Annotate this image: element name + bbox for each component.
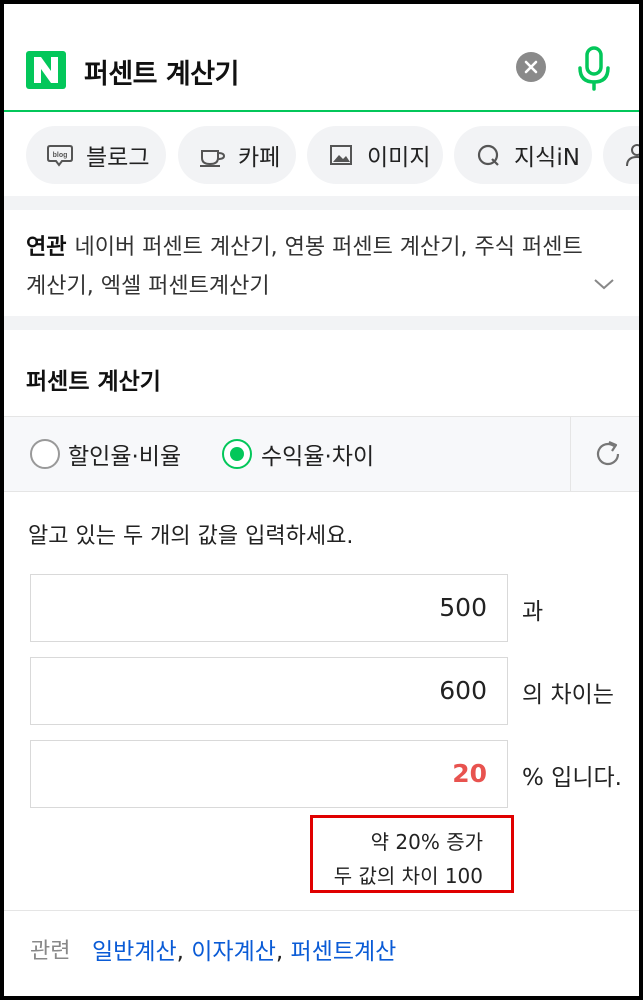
reset-button[interactable] xyxy=(591,437,625,471)
calculator-instruction: 알고 있는 두 개의 값을 입력하세요. xyxy=(28,524,354,549)
clear-search-button[interactable] xyxy=(516,52,546,82)
link-interest-calculator[interactable]: 이자계산 xyxy=(191,939,276,965)
voice-search-button[interactable] xyxy=(574,44,614,92)
result-value: 20 xyxy=(452,759,487,788)
value2-input[interactable]: 600 xyxy=(30,657,508,725)
refresh-icon xyxy=(596,440,620,466)
image-icon xyxy=(327,141,355,169)
link-percent-calculator[interactable]: 퍼센트계산 xyxy=(291,939,397,965)
related-keywords[interactable]: 네이버 퍼센트 계산기, 연봉 퍼센트 계산기, 주식 퍼센트 계산기, 엑셀 … xyxy=(26,235,583,299)
value1-suffix: 과 xyxy=(522,599,544,625)
section-divider xyxy=(4,196,639,210)
naver-n-icon xyxy=(34,57,58,83)
mode-difference-label[interactable]: 수익율·차이 xyxy=(261,437,374,471)
tab-person[interactable] xyxy=(603,126,639,184)
person-icon xyxy=(623,141,639,169)
svg-text:blog: blog xyxy=(53,152,68,159)
category-tabs: blog 블로그 카페 이미지 지식iN xyxy=(4,112,639,196)
related-calculators-lead: 관련 xyxy=(30,939,71,964)
related-calculators-links: 일반계산, 이자계산, 퍼센트계산 xyxy=(92,932,396,966)
result-summary-line1: 약 20% 증가 xyxy=(370,830,483,854)
value1-text: 500 xyxy=(439,593,487,622)
percent-calculator: 퍼센트 계산기 할인율·비율 수익율·차이 알고 있는 두 개의 값을 입력하세… xyxy=(4,330,639,990)
close-icon xyxy=(524,60,538,74)
related-calculators: 관련 일반계산, 이자계산, 퍼센트계산 xyxy=(4,910,639,984)
tab-cafe-label: 카페 xyxy=(238,145,281,171)
chevron-down-icon[interactable] xyxy=(592,276,616,296)
page: 퍼센트 계산기 blog 블로그 카페 이미지 지식iN 연관 네이버 퍼센트 … xyxy=(4,4,639,996)
tab-image[interactable]: 이미지 xyxy=(307,126,443,184)
related-searches-text[interactable]: 연관 네이버 퍼센트 계산기, 연봉 퍼센트 계산기, 주식 퍼센트 계산기, 엑… xyxy=(26,228,596,306)
result-summary-line2: 두 값의 차이 100 xyxy=(333,864,483,888)
calculator-title: 퍼센트 계산기 xyxy=(26,369,161,395)
related-tag: 연관 xyxy=(26,235,67,260)
tab-kin[interactable]: 지식iN xyxy=(454,126,592,184)
calculator-mode-selector: 할인율·비율 수익율·차이 xyxy=(4,416,639,492)
tab-blog[interactable]: blog 블로그 xyxy=(26,126,166,184)
microphone-icon xyxy=(578,46,610,91)
refresh-area xyxy=(570,417,639,491)
blog-icon: blog xyxy=(46,141,74,169)
tab-kin-label: 지식iN xyxy=(514,145,580,171)
tab-blog-label: 블로그 xyxy=(86,145,150,171)
result-summary-box: 약 20% 증가 두 값의 차이 100 xyxy=(310,815,514,893)
result-field: 20 xyxy=(30,740,508,808)
mode-ratio-label[interactable]: 할인율·비율 xyxy=(68,437,181,471)
mode-ratio-radio[interactable] xyxy=(30,439,60,469)
link-general-calculator[interactable]: 일반계산 xyxy=(92,939,177,965)
link-separator: , xyxy=(176,939,184,965)
search-query[interactable]: 퍼센트 계산기 xyxy=(84,52,239,91)
tab-image-label: 이미지 xyxy=(367,145,431,171)
link-separator: , xyxy=(275,939,284,965)
related-searches: 연관 네이버 퍼센트 계산기, 연봉 퍼센트 계산기, 주식 퍼센트 계산기, 엑… xyxy=(4,210,639,316)
mode-difference-radio[interactable] xyxy=(222,439,252,469)
result-suffix: % 입니다. xyxy=(522,765,622,791)
search-header: 퍼센트 계산기 xyxy=(4,4,639,112)
naver-logo[interactable] xyxy=(26,51,66,89)
value1-input[interactable]: 500 xyxy=(30,574,508,642)
value2-text: 600 xyxy=(439,676,487,705)
section-divider xyxy=(4,316,639,330)
value2-suffix: 의 차이는 xyxy=(522,682,614,708)
tab-cafe[interactable]: 카페 xyxy=(178,126,296,184)
cafe-cup-icon xyxy=(198,141,226,169)
kin-icon xyxy=(474,141,502,169)
